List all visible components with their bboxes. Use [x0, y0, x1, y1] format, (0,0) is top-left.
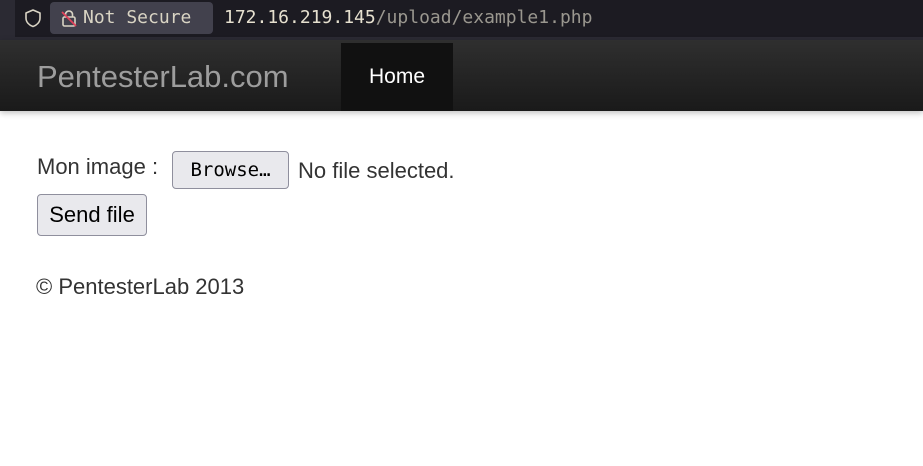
nav-item-home[interactable]: Home	[341, 43, 453, 111]
browser-url-bar: Not Secure 172.16.219.145/upload/example…	[0, 0, 923, 40]
not-secure-badge[interactable]: Not Secure	[50, 2, 213, 34]
browse-button[interactable]: Browse…	[172, 151, 289, 189]
send-file-button[interactable]: Send file	[37, 194, 147, 236]
image-field-label: Mon image :	[37, 154, 159, 179]
brand-link[interactable]: PentesterLab.com	[37, 59, 289, 95]
shield-icon[interactable]	[23, 8, 43, 28]
url-path: /upload/example1.php	[375, 7, 593, 28]
address-field[interactable]: Not Secure 172.16.219.145/upload/example…	[15, 0, 923, 37]
lock-slash-icon	[61, 10, 77, 27]
file-status-text: No file selected.	[298, 158, 455, 183]
url-text[interactable]: 172.16.219.145/upload/example1.php	[224, 8, 592, 28]
url-host: 172.16.219.145	[224, 7, 376, 28]
footer-copyright: © PentesterLab 2013	[36, 274, 245, 299]
security-label: Not Secure	[83, 7, 192, 28]
site-navbar: PentesterLab.com Home	[0, 40, 923, 111]
